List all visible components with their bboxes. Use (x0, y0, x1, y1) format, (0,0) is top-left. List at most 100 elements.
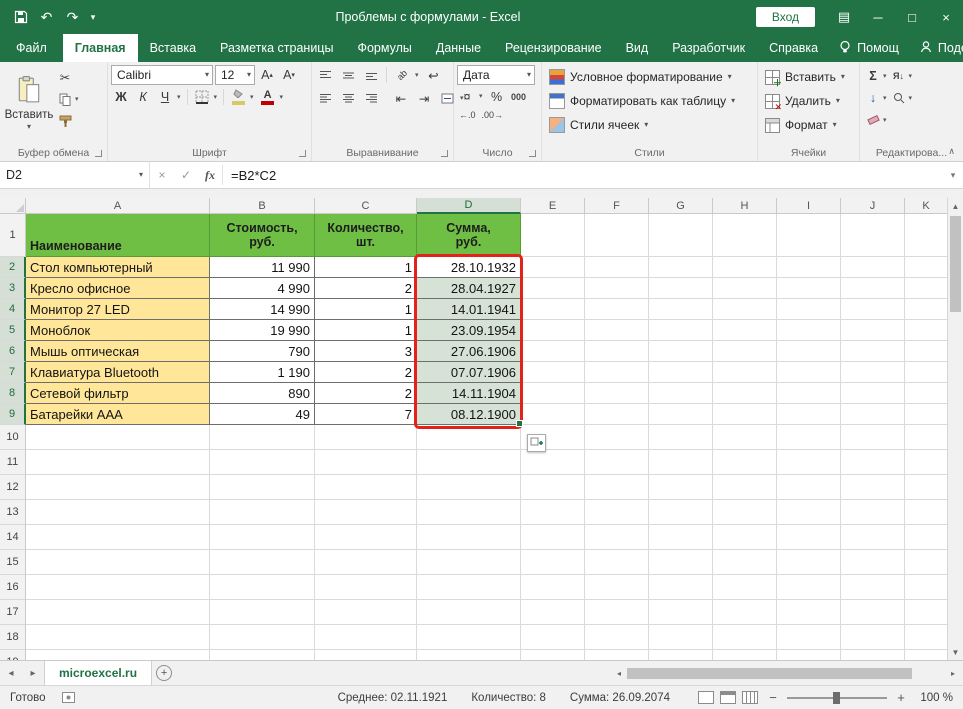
increase-font-size-icon[interactable]: A ▴ (257, 65, 277, 85)
cell-G7[interactable] (649, 362, 713, 383)
cell-J18[interactable] (841, 625, 905, 650)
cell-H17[interactable] (713, 600, 777, 625)
cell-K15[interactable] (905, 550, 948, 575)
autofill-options-button[interactable] (527, 434, 546, 452)
cell-E7[interactable] (521, 362, 585, 383)
cell-J12[interactable] (841, 475, 905, 500)
underline-button[interactable]: Ч (155, 87, 175, 107)
share-button[interactable]: Поделиться (911, 40, 963, 57)
cell-H3[interactable] (713, 278, 777, 299)
column-header-I[interactable]: I (777, 198, 841, 214)
chevron-down-icon[interactable]: ▾ (280, 94, 284, 101)
cell-G3[interactable] (649, 278, 713, 299)
cell-B1[interactable]: Стоимость, руб. (210, 214, 315, 257)
row-header-18[interactable]: 18 (0, 625, 26, 650)
cell-D17[interactable] (417, 600, 521, 625)
format-as-table-button[interactable]: Форматировать как таблицу ▾ (545, 89, 754, 113)
chevron-down-icon[interactable]: ▾ (214, 94, 218, 101)
row-header-11[interactable]: 11 (0, 450, 26, 475)
cell-G9[interactable] (649, 404, 713, 425)
cell-H2[interactable] (713, 257, 777, 278)
macro-record-icon[interactable] (56, 692, 81, 703)
cell-C10[interactable] (315, 425, 417, 450)
cell-J15[interactable] (841, 550, 905, 575)
cell-H9[interactable] (713, 404, 777, 425)
bold-button[interactable]: Ж (111, 87, 131, 107)
cell-F2[interactable] (585, 257, 649, 278)
close-button[interactable]: × (929, 0, 963, 34)
column-header-C[interactable]: C (315, 198, 417, 214)
increase-decimal-icon[interactable]: ←.0 (457, 107, 478, 123)
cell-E8[interactable] (521, 383, 585, 404)
row-header-12[interactable]: 12 (0, 475, 26, 500)
cell-J16[interactable] (841, 575, 905, 600)
zoom-in-button[interactable]: + (894, 690, 908, 705)
cell-A7[interactable]: Клавиатура Bluetooth (26, 362, 210, 383)
row-header-4[interactable]: 4 (0, 299, 26, 320)
cell-B8[interactable]: 890 (210, 383, 315, 404)
scroll-left-icon[interactable]: ◂ (611, 665, 627, 681)
cell-A3[interactable]: Кресло офисное (26, 278, 210, 299)
chevron-down-icon[interactable]: ▾ (883, 73, 887, 80)
comma-style-icon[interactable]: 000 (509, 88, 529, 105)
tab-file[interactable]: Файл (0, 34, 63, 62)
cancel-icon[interactable]: × (150, 162, 174, 188)
column-header-E[interactable]: E (521, 198, 585, 214)
cell-B3[interactable]: 4 990 (210, 278, 315, 299)
row-header-7[interactable]: 7 (0, 362, 26, 383)
cell-A12[interactable] (26, 475, 210, 500)
cell-K17[interactable] (905, 600, 948, 625)
cell-K11[interactable] (905, 450, 948, 475)
cell-C16[interactable] (315, 575, 417, 600)
cell-C19[interactable] (315, 650, 417, 660)
cell-A11[interactable] (26, 450, 210, 475)
select-all-corner[interactable] (0, 198, 26, 214)
cell-I8[interactable] (777, 383, 841, 404)
cell-I3[interactable] (777, 278, 841, 299)
cell-F3[interactable] (585, 278, 649, 299)
column-header-A[interactable]: A (26, 198, 210, 214)
clear-icon[interactable] (863, 110, 883, 130)
signin-button[interactable]: Вход (755, 7, 815, 27)
cell-H10[interactable] (713, 425, 777, 450)
increase-indent-icon[interactable]: ⇥ (414, 88, 434, 108)
cell-K16[interactable] (905, 575, 948, 600)
decrease-font-size-icon[interactable]: A ▾ (279, 65, 299, 85)
font-size-combo[interactable]: 12 ▾ (215, 65, 255, 85)
sheet-nav-right-icon[interactable]: ▸ (22, 661, 44, 685)
cell-K14[interactable] (905, 525, 948, 550)
cell-H11[interactable] (713, 450, 777, 475)
column-header-F[interactable]: F (585, 198, 649, 214)
cell-I9[interactable] (777, 404, 841, 425)
tab-home[interactable]: Главная (62, 34, 138, 62)
dialog-launcher-icon[interactable] (529, 150, 536, 157)
sheet-nav-left-icon[interactable]: ◂ (0, 661, 22, 685)
cell-E3[interactable] (521, 278, 585, 299)
cell-G17[interactable] (649, 600, 713, 625)
cell-G16[interactable] (649, 575, 713, 600)
cell-C5[interactable]: 1 (315, 320, 417, 341)
cell-F14[interactable] (585, 525, 649, 550)
cell-G19[interactable] (649, 650, 713, 660)
cell-E16[interactable] (521, 575, 585, 600)
cell-I10[interactable] (777, 425, 841, 450)
cell-B11[interactable] (210, 450, 315, 475)
cell-C13[interactable] (315, 500, 417, 525)
cell-K2[interactable] (905, 257, 948, 278)
dialog-launcher-icon[interactable] (441, 150, 448, 157)
cell-E2[interactable] (521, 257, 585, 278)
cell-B17[interactable] (210, 600, 315, 625)
cell-I2[interactable] (777, 257, 841, 278)
cell-A13[interactable] (26, 500, 210, 525)
column-header-J[interactable]: J (841, 198, 905, 214)
cell-C8[interactable]: 2 (315, 383, 417, 404)
cell-F15[interactable] (585, 550, 649, 575)
cell-I17[interactable] (777, 600, 841, 625)
cell-B18[interactable] (210, 625, 315, 650)
row-header-3[interactable]: 3 (0, 278, 26, 299)
cell-E5[interactable] (521, 320, 585, 341)
zoom-slider[interactable] (787, 691, 887, 704)
row-header-1[interactable]: 1 (0, 214, 26, 257)
find-icon[interactable] (889, 88, 909, 108)
cell-J10[interactable] (841, 425, 905, 450)
